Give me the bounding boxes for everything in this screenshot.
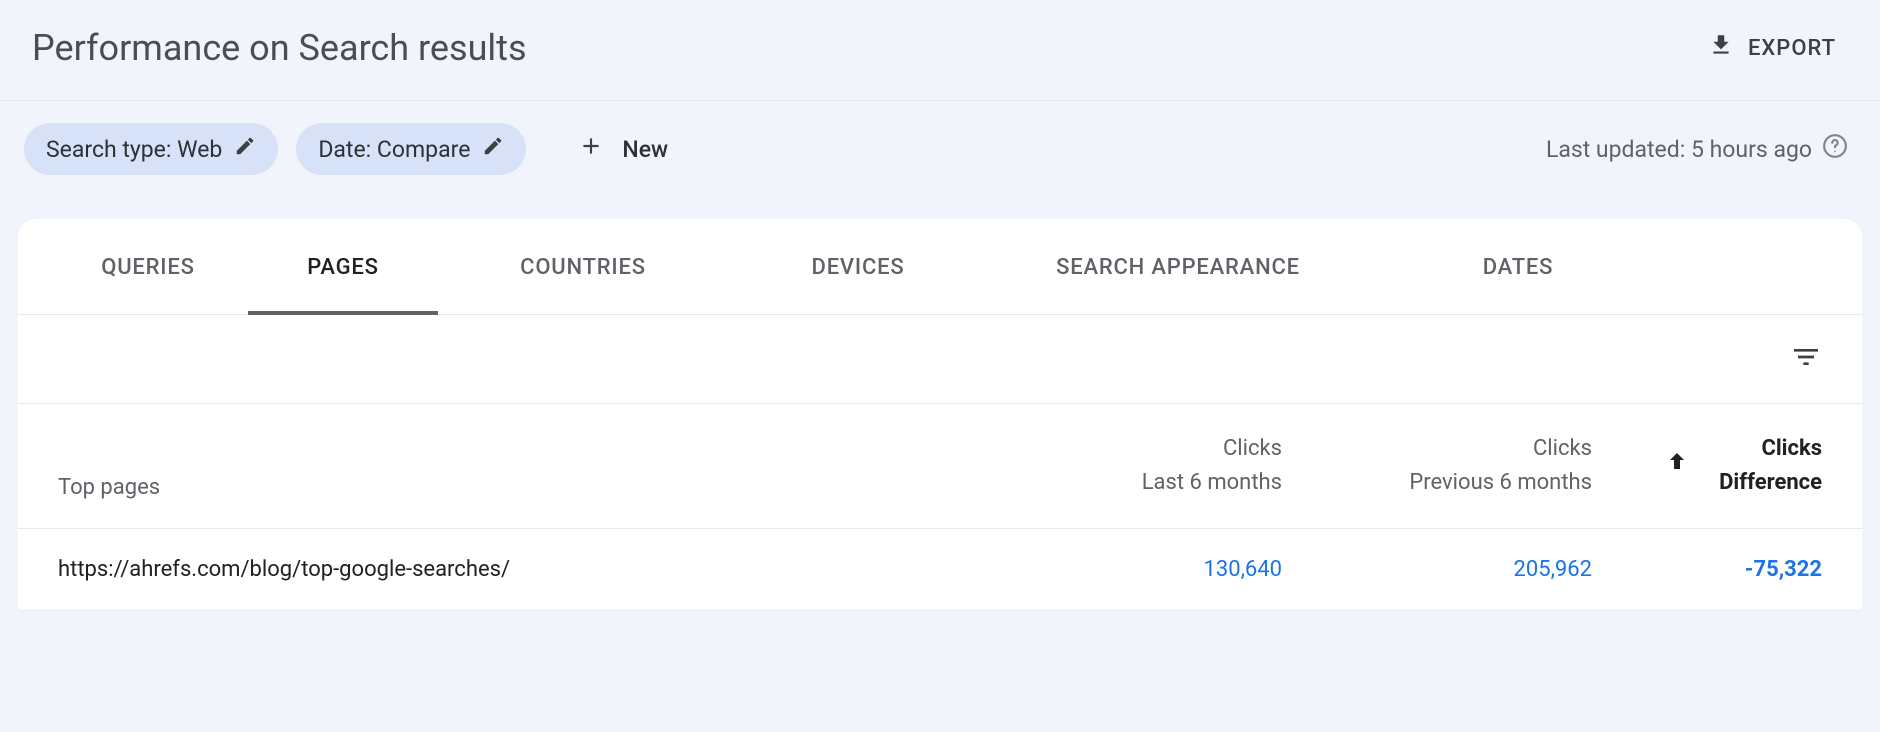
cell-clicks-current: 130,640 — [972, 557, 1282, 582]
column-clicks-current-l2: Last 6 months — [972, 466, 1282, 500]
new-filter-button[interactable]: New — [564, 123, 682, 175]
tab-devices[interactable]: DEVICES — [728, 219, 988, 314]
column-top-pages[interactable]: Top pages — [58, 475, 972, 500]
plus-icon — [578, 133, 604, 165]
column-clicks-current-l1: Clicks — [972, 432, 1282, 466]
download-icon — [1708, 32, 1734, 64]
export-label: EXPORT — [1748, 36, 1836, 61]
page-title: Performance on Search results — [32, 27, 527, 69]
tab-countries[interactable]: COUNTRIES — [438, 219, 728, 314]
help-icon[interactable] — [1822, 133, 1848, 165]
column-clicks-prev-l2: Previous 6 months — [1282, 466, 1592, 500]
results-card: QUERIES PAGES COUNTRIES DEVICES SEARCH A… — [18, 219, 1862, 611]
filter-list-icon[interactable] — [1790, 341, 1822, 377]
pencil-icon — [234, 135, 256, 163]
arrow-up-icon — [1665, 449, 1689, 484]
column-diff-l2: Difference — [1719, 466, 1822, 500]
new-filter-label: New — [622, 136, 668, 163]
cell-clicks-previous: 205,962 — [1282, 557, 1592, 582]
tab-queries[interactable]: QUERIES — [18, 219, 248, 314]
cell-page-url: https://ahrefs.com/blog/top-google-searc… — [58, 557, 972, 582]
cell-clicks-difference: -75,322 — [1592, 557, 1822, 582]
export-button[interactable]: EXPORT — [1696, 24, 1848, 72]
last-updated-text: Last updated: 5 hours ago — [1546, 136, 1812, 163]
column-clicks-prev-l1: Clicks — [1282, 432, 1592, 466]
tab-dates[interactable]: DATES — [1368, 219, 1668, 314]
column-clicks-difference[interactable]: Clicks Difference — [1592, 432, 1822, 500]
column-clicks-current[interactable]: Clicks Last 6 months — [972, 432, 1282, 500]
pencil-icon — [482, 135, 504, 163]
search-type-chip-label: Search type: Web — [46, 136, 222, 163]
table-row[interactable]: https://ahrefs.com/blog/top-google-searc… — [18, 529, 1862, 611]
tab-search-appearance[interactable]: SEARCH APPEARANCE — [988, 219, 1368, 314]
tab-pages[interactable]: PAGES — [248, 219, 438, 314]
date-chip[interactable]: Date: Compare — [296, 123, 526, 175]
column-clicks-previous[interactable]: Clicks Previous 6 months — [1282, 432, 1592, 500]
column-diff-l1: Clicks — [1719, 432, 1822, 466]
tabs-bar: QUERIES PAGES COUNTRIES DEVICES SEARCH A… — [18, 219, 1862, 315]
table-header: Top pages Clicks Last 6 months Clicks Pr… — [18, 404, 1862, 529]
date-chip-label: Date: Compare — [318, 136, 470, 163]
search-type-chip[interactable]: Search type: Web — [24, 123, 278, 175]
